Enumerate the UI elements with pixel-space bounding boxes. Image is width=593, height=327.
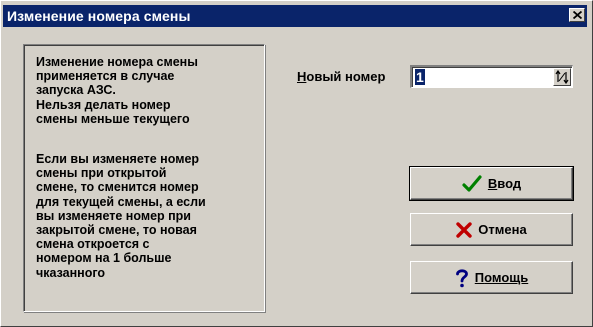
new-number-field[interactable]: 1 [410,65,573,88]
cancel-button[interactable]: Отмена [410,213,573,246]
enter-button-label: Ввод [487,176,522,191]
title-bar[interactable]: Изменение номера смены [3,5,587,27]
enter-button[interactable]: Ввод [409,166,574,201]
dialog-window: Изменение номера смены Изменение номера … [0,0,593,327]
spin-arrows-icon [555,70,569,84]
cross-icon [456,221,472,238]
new-number-label-rest: овый номер [306,69,386,84]
checkmark-icon [462,174,482,193]
window-title: Изменение номера смены [7,8,191,24]
close-button[interactable] [569,8,585,22]
new-number-value[interactable]: 1 [415,69,425,85]
help-button[interactable]: Помощь [410,261,573,294]
help-button-label: Помощь [474,270,529,285]
info-text-details: Если вы изменяете номер смены при открыт… [36,152,206,280]
cancel-button-label: Отмена [478,222,527,237]
question-icon [455,268,469,288]
new-number-label: Новый номер [297,69,385,84]
close-icon [572,11,582,19]
number-spin-button[interactable] [553,68,571,86]
new-number-label-accel: Н [297,69,307,84]
info-panel: Изменение номера смены применяется в слу… [23,44,265,312]
info-text-usage: Изменение номера смены применяется в слу… [36,55,198,126]
